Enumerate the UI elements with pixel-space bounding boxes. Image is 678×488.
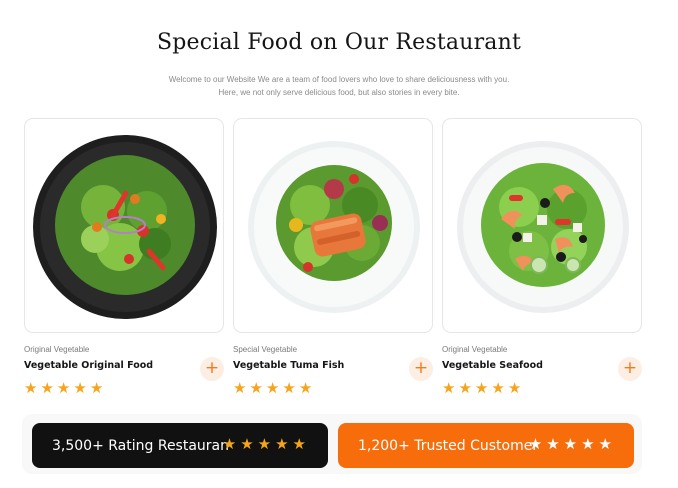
food-image[interactable] xyxy=(24,118,224,333)
star-icon: ★ xyxy=(581,435,595,453)
food-card[interactable]: Original Vegetable Vegetable Seafood + ★… xyxy=(442,118,642,396)
add-to-cart-button[interactable]: + xyxy=(618,357,642,381)
salad-black-plate-image xyxy=(33,135,217,319)
star-icon: ★ xyxy=(73,379,87,397)
star-rating: ★ ★ ★ ★ ★ xyxy=(24,380,103,396)
star-icon: ★ xyxy=(89,379,104,397)
add-to-cart-button[interactable]: + xyxy=(200,357,224,381)
subtitle-line: Here, we not only serve delicious food, … xyxy=(218,88,460,97)
star-icon: ★ xyxy=(474,379,489,397)
star-icon: ★ xyxy=(298,379,313,397)
star-icon: ★ xyxy=(240,435,254,453)
card-title: Vegetable Seafood xyxy=(442,360,543,371)
salmon-salad-plate-image xyxy=(248,141,420,313)
star-icon: ★ xyxy=(491,379,505,397)
star-icon: ★ xyxy=(282,379,296,397)
page-subtitle: Welcome to our Website We are a team of … xyxy=(0,73,678,99)
star-rating: ★ ★ ★ ★ ★ xyxy=(233,380,312,396)
star-icon: ★ xyxy=(257,435,272,453)
food-image[interactable] xyxy=(442,118,642,333)
card-title: Vegetable Original Food xyxy=(24,360,154,371)
star-icon: ★ xyxy=(507,379,522,397)
star-icon: ★ xyxy=(275,435,289,453)
star-rating: ★ ★ ★ ★ ★ xyxy=(529,436,612,452)
customer-stat-label: 1,200+ Trusted Customer xyxy=(358,437,539,454)
star-icon: ★ xyxy=(56,379,71,397)
food-image[interactable] xyxy=(233,118,433,333)
rating-stat-label: 3,500+ Rating Restauran xyxy=(52,437,230,454)
add-to-cart-button[interactable]: + xyxy=(409,357,433,381)
card-title: Vegetable Tuma Fish xyxy=(233,360,345,371)
card-category: Special Vegetable xyxy=(233,345,298,354)
star-icon: ★ xyxy=(233,379,247,397)
star-icon: ★ xyxy=(222,435,237,453)
card-category: Original Vegetable xyxy=(442,345,508,354)
star-icon: ★ xyxy=(24,379,38,397)
star-icon: ★ xyxy=(458,379,472,397)
rating-stat-badge[interactable]: 3,500+ Rating Restauran ★ ★ ★ ★ ★ xyxy=(32,423,328,468)
star-rating: ★ ★ ★ ★ ★ xyxy=(442,380,521,396)
star-icon: ★ xyxy=(249,379,263,397)
page-title: Special Food on Our Restaurant xyxy=(156,30,522,55)
star-icon: ★ xyxy=(528,435,543,453)
star-icon: ★ xyxy=(598,435,612,453)
star-rating: ★ ★ ★ ★ ★ xyxy=(223,436,306,452)
customer-stat-badge[interactable]: 1,200+ Trusted Customer ★ ★ ★ ★ ★ xyxy=(338,423,634,468)
star-icon: ★ xyxy=(442,379,456,397)
star-icon: ★ xyxy=(40,379,54,397)
plus-icon: + xyxy=(413,358,429,378)
star-icon: ★ xyxy=(292,435,306,453)
food-card[interactable]: Special Vegetable Vegetable Tuma Fish + … xyxy=(233,118,433,396)
seafood-salad-plate-image xyxy=(457,141,629,313)
card-category: Original Vegetable xyxy=(24,345,90,354)
plus-icon: + xyxy=(204,358,220,378)
star-icon: ★ xyxy=(265,379,280,397)
subtitle-line: Welcome to our Website We are a team of … xyxy=(168,75,510,84)
food-card[interactable]: Original Vegetable Vegetable Original Fo… xyxy=(24,118,224,396)
plus-icon: + xyxy=(622,358,638,378)
star-icon: ★ xyxy=(546,435,560,453)
star-icon: ★ xyxy=(563,435,578,453)
